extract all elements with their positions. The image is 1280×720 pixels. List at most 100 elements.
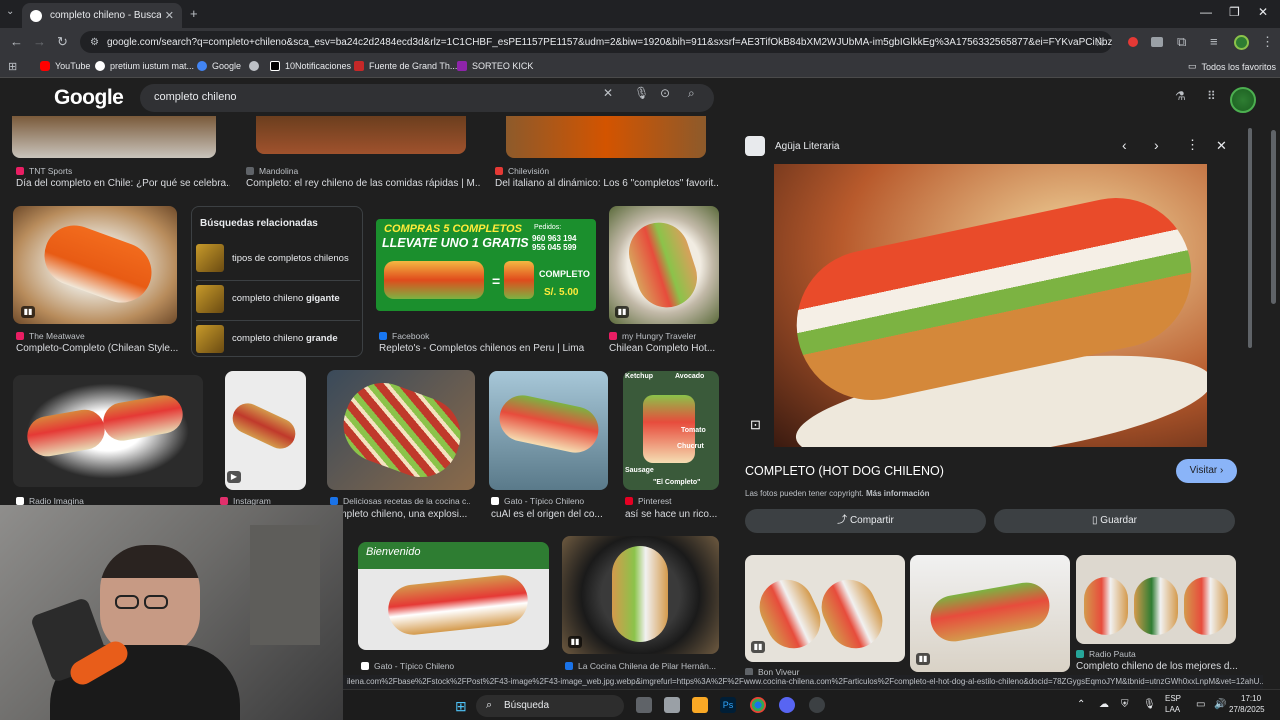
file-icon[interactable] [664,697,680,713]
share-button[interactable]: ⤴ Compartir [745,509,986,533]
related-image[interactable]: ▮▮ [910,555,1070,672]
security-icon[interactable]: ⛨ [1121,699,1129,710]
panel-scrollbar[interactable] [1248,128,1252,348]
language-indicator[interactable]: ESP [1165,694,1181,703]
app-icon[interactable] [809,697,825,713]
promo-ad-image[interactable]: COMPRAS 5 COMPLETOS LLEVATE UNO 1 GRATIS… [376,219,596,311]
related-search-item[interactable]: completo chileno grande [196,320,360,356]
result-caption[interactable]: Repleto's - Completos chilenos en Peru |… [379,343,605,354]
apps-grid-icon[interactable]: ⊞ [8,60,17,73]
result-image[interactable] [12,116,216,158]
result-source[interactable]: Radio Pauta [1076,649,1236,659]
keyboard-layout[interactable]: LAA [1165,705,1180,714]
result-caption[interactable]: cuÁl es el origen del co... [491,509,609,520]
related-search-item[interactable]: tipos de completos chilenos [196,240,360,276]
search-input[interactable]: completo chileno [140,84,714,112]
more-options-icon[interactable]: ⋮ [1186,137,1199,153]
tab-active[interactable]: completo chileno - Buscar con Google ✕ [22,3,182,28]
cloud-icon[interactable]: ☁ [1099,699,1109,710]
close-window-icon[interactable]: ✕ [1258,5,1268,19]
bookmark-unnamed[interactable] [249,61,264,71]
new-tab-icon[interactable]: + [190,6,198,21]
volume-icon[interactable]: 🔊 [1214,699,1226,710]
result-caption[interactable]: Completo chileno de los mejores d... [1076,661,1242,672]
preview-source-name[interactable]: Agüja Literaria [775,141,839,152]
result-source[interactable]: Facebook [379,331,599,341]
bookmark-sorteo-kick[interactable]: SORTEO KICK [457,61,533,71]
discord-icon[interactable] [779,697,795,713]
save-button[interactable]: ▯ Guardar [994,509,1235,533]
result-source[interactable]: Pinterest [625,496,720,506]
lens-icon[interactable]: ⊡ [750,417,761,433]
preview-title[interactable]: COMPLETO (HOT DOG CHILENO) [745,464,944,478]
previous-icon[interactable]: ‹ [1122,137,1127,153]
result-source[interactable]: La Cocina Chilena de Pilar Hernán... [565,661,720,671]
more-info-link[interactable]: Más información [866,489,930,498]
bookmark-grand-theft[interactable]: Fuente de Grand Th... [354,61,457,71]
result-source[interactable]: my Hungry Traveler [609,331,719,341]
bookmark-youtube[interactable]: YouTube [40,61,90,71]
result-caption[interactable]: Completo: el rey chileno de las comidas … [246,178,480,189]
related-image[interactable] [1076,555,1236,644]
microphone-icon[interactable]: 🎙 [1143,699,1156,710]
site-info-icon[interactable]: ⚙ [90,37,99,48]
extension-icon[interactable] [1128,37,1138,47]
result-image[interactable]: Bienvenido [358,542,549,650]
bookmark-google[interactable]: Google [197,61,241,71]
result-caption[interactable]: ...mpleto chileno, una explosi... [330,509,470,520]
restore-icon[interactable]: ❐ [1229,5,1240,19]
voice-search-icon[interactable]: 🎙 [634,86,649,100]
result-source[interactable]: TNT Sports [16,166,216,176]
related-image[interactable]: ▮▮ [745,555,905,662]
forward-icon[interactable]: → [33,34,46,49]
lens-search-icon[interactable]: ⊙ [660,86,670,100]
related-search-item[interactable]: completo chileno gigante [196,280,360,316]
result-caption[interactable]: Chilean Completo Hot... [609,343,719,354]
address-bar[interactable]: ⚙ google.com/search?q=completo+chileno&s… [80,31,1112,53]
profile-avatar[interactable] [1234,35,1249,50]
bookmark-10notificaciones[interactable]: 10Notificaciones [270,61,351,71]
task-view-icon[interactable] [636,697,652,713]
result-source[interactable]: Gato - Típico Chileno [491,496,609,506]
result-source[interactable]: Mandolina [246,166,466,176]
google-apps-icon[interactable]: ⠿ [1207,89,1216,103]
menu-kebab-icon[interactable]: ⋮ [1261,34,1274,50]
photoshop-icon[interactable]: Ps [720,697,736,713]
preview-main-image[interactable] [774,164,1207,447]
close-tab-icon[interactable]: ✕ [165,9,174,22]
tab-search-icon[interactable]: ≡ [1210,34,1218,49]
result-image[interactable]: ▶ [225,371,306,490]
extension-icon[interactable] [1151,37,1163,47]
next-icon[interactable]: › [1154,137,1159,153]
result-image[interactable] [506,116,706,158]
result-image[interactable]: ▮▮ [13,206,177,324]
clear-search-icon[interactable]: ✕ [603,86,613,100]
result-image[interactable]: Ketchup Avocado Tomato Chucrut Sausage "… [623,371,719,490]
bookmark-star-icon[interactable]: ☆ [1094,34,1106,50]
bookmark-pretium[interactable]: pretium iustum mat... [95,61,194,71]
google-account-avatar[interactable] [1230,87,1256,113]
result-source[interactable]: Chilevisión [495,166,705,176]
visit-button[interactable]: Visitar › [1176,459,1237,483]
page-scrollbar[interactable] [1271,130,1276,304]
minimize-icon[interactable]: — [1200,5,1212,19]
result-caption[interactable]: así se hace un rico... [625,509,720,520]
clock-time[interactable]: 17:10 [1241,694,1261,703]
result-source[interactable]: Gato - Típico Chileno [361,661,551,671]
result-caption[interactable]: Completo-Completo (Chilean Style... [16,343,192,354]
network-icon[interactable]: ▭ [1196,699,1205,710]
reload-icon[interactable]: ↻ [57,34,68,50]
back-icon[interactable]: ← [10,34,23,49]
file-explorer-icon[interactable] [692,697,708,713]
taskbar-search[interactable]: ⌕ Búsqueda [476,695,624,717]
search-icon[interactable]: ⌕ [688,86,695,101]
result-caption[interactable]: Del italiano al dinámico: Los 6 "complet… [495,178,719,189]
result-source[interactable]: Deliciosas recetas de la cocina c... [330,496,470,506]
all-bookmarks[interactable]: ▭ Todos los favoritos [1188,61,1276,72]
windows-start-icon[interactable]: ⊞ [455,698,467,715]
chrome-icon[interactable] [750,697,766,713]
result-image[interactable] [13,375,203,487]
tray-overflow-icon[interactable]: ⌃ [1077,699,1085,710]
result-image[interactable] [489,371,608,490]
labs-flask-icon[interactable]: ⚗ [1175,89,1186,103]
